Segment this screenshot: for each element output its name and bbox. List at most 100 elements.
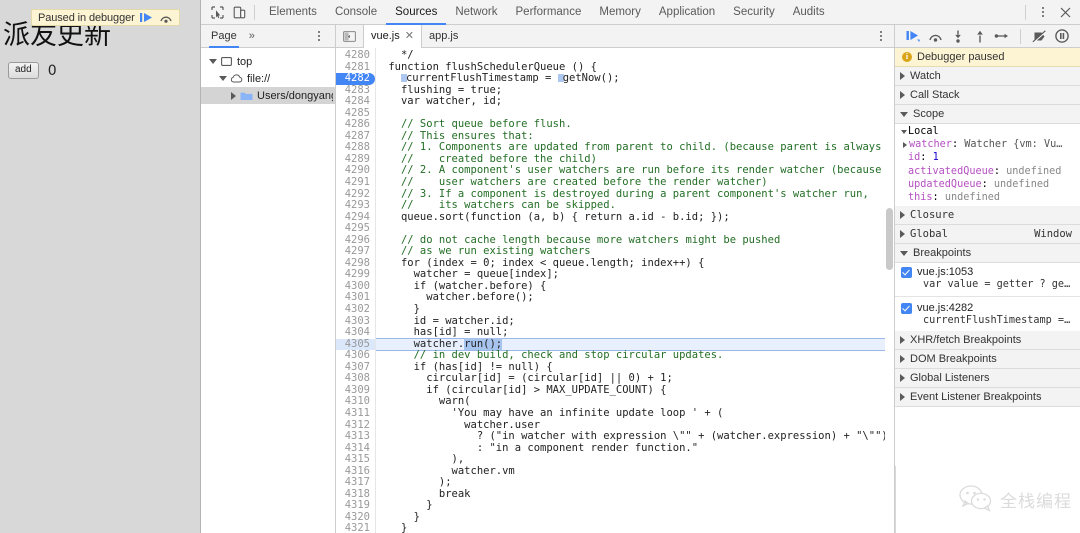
code-lines[interactable]: */ function flushSchedulerQueue () { cur… (376, 48, 894, 533)
section-scope[interactable]: Scope (895, 105, 1080, 124)
code-line[interactable]: */ (376, 49, 894, 62)
scope-entry-name: watcher (909, 139, 952, 151)
breakpoint-item[interactable]: vue.js:1053 var value = getter ? ge… (895, 264, 1080, 293)
close-icon[interactable]: ✕ (405, 25, 414, 48)
step-into-next-function-call-icon[interactable] (948, 27, 967, 46)
section-global-listeners[interactable]: Global Listeners (895, 369, 1080, 389)
tab-sources[interactable]: Sources (386, 0, 446, 25)
chevron-down-icon[interactable] (899, 129, 908, 134)
step-icon[interactable] (992, 27, 1011, 46)
code-line[interactable]: } (376, 523, 894, 533)
resume-script-execution-icon[interactable] (904, 27, 923, 46)
section-label: DOM Breakpoints (910, 353, 997, 366)
tab-application[interactable]: Application (650, 0, 724, 25)
page-viewport: Paused in debugger 派友史新 add 0 (0, 0, 201, 533)
pause-on-exceptions-icon[interactable] (1052, 27, 1071, 46)
line-number[interactable]: 4280 (336, 49, 375, 62)
scope-group-closure[interactable]: Closure (895, 206, 1080, 226)
line-number[interactable]: 4282 (336, 73, 375, 85)
tree-item-top[interactable]: top (201, 53, 335, 70)
line-number[interactable]: 4304 (336, 327, 375, 339)
section-xhr-fetch-breakpoints[interactable]: XHR/fetch Breakpoints (895, 331, 1080, 351)
section-event-listener-breakpoints[interactable]: Event Listener Breakpoints (895, 388, 1080, 408)
tree-item-file-scheme[interactable]: file:// (201, 70, 335, 87)
code-line[interactable]: queue.sort(function (a, b) { return a.id… (376, 211, 894, 224)
code-line[interactable]: var watcher, id; (376, 96, 894, 108)
tab-network[interactable]: Network (446, 0, 506, 25)
line-number[interactable]: 4321 (336, 523, 375, 533)
tab-security[interactable]: Security (724, 0, 784, 25)
line-number[interactable]: 4302 (336, 303, 375, 316)
code-line[interactable]: watcher.before(); (376, 292, 894, 304)
breakpoint-snippet: currentFlushTimestamp =… (923, 315, 1071, 327)
chevron-right-icon (900, 72, 905, 80)
line-number[interactable]: 4293 (336, 200, 375, 212)
chevron-right-icon[interactable] (227, 91, 239, 100)
editor-tabbar: vue.js ✕ app.js (336, 24, 894, 48)
chevron-right-icon (900, 230, 905, 239)
show-navigator-icon[interactable] (339, 28, 359, 45)
chevron-right-icon[interactable] (900, 141, 909, 148)
tab-elements[interactable]: Elements (260, 0, 326, 25)
line-number[interactable]: 4311 (336, 407, 375, 420)
code-line[interactable]: } (376, 303, 894, 316)
section-label: Event Listener Breakpoints (910, 391, 1042, 404)
page-controls: add 0 (8, 62, 57, 79)
device-toolbar-icon[interactable] (228, 2, 250, 23)
navigator-more-tabs[interactable]: » (249, 30, 255, 42)
section-call-stack[interactable]: Call Stack (895, 86, 1080, 105)
step-over-icon[interactable] (158, 10, 175, 25)
chevron-down-icon[interactable] (207, 59, 219, 64)
scrollbar-thumb[interactable] (886, 208, 893, 270)
scope-tree: Local watcher: Watcher {vm: Vu… id: 1 ac… (895, 124, 1080, 207)
tab-audits[interactable]: Audits (784, 0, 834, 25)
breakpoint-checkbox[interactable] (901, 302, 912, 314)
editor-tab-vue-js[interactable]: vue.js ✕ (363, 24, 422, 48)
editor-vertical-scrollbar[interactable] (885, 48, 894, 533)
tree-item-users-folder[interactable]: Users/dongyang/D (201, 87, 335, 104)
line-number[interactable]: 4284 (336, 96, 375, 108)
code-line[interactable]: ), (376, 454, 894, 466)
code-line[interactable]: // its watchers can be skipped. (376, 199, 894, 212)
section-breakpoints[interactable]: Breakpoints (895, 244, 1080, 264)
close-icon[interactable] (1054, 2, 1076, 23)
code-viewport[interactable]: 4280 4281 4282 4283 4284 4285 4286 4287 4288 4289… (336, 48, 894, 533)
step-out-of-current-function-icon[interactable] (970, 27, 989, 46)
line-number[interactable]: 4315 (336, 454, 375, 466)
scope-entry-watcher[interactable]: watcher: Watcher {vm: Vu… (895, 138, 1080, 151)
kebab-menu-icon[interactable] (1032, 2, 1054, 23)
code-line[interactable]: } (376, 500, 894, 512)
debugger-controls (895, 25, 1080, 48)
line-number[interactable]: 4313 (336, 430, 375, 443)
code-line[interactable]: currentFlushTimestamp = getNow(); (376, 73, 894, 85)
section-dom-breakpoints[interactable]: DOM Breakpoints (895, 350, 1080, 370)
inspect-element-icon[interactable] (206, 2, 228, 23)
kebab-menu-icon[interactable] (308, 26, 330, 47)
breakpoint-checkbox[interactable] (901, 266, 912, 278)
chevron-down-icon[interactable] (217, 76, 229, 81)
scope-group-global[interactable]: Global Window (895, 225, 1080, 245)
tab-console[interactable]: Console (326, 0, 386, 25)
add-button[interactable]: add (8, 62, 39, 79)
resume-script-icon[interactable] (138, 10, 155, 25)
code-line[interactable]: break (376, 488, 894, 501)
code-line[interactable]: 'You may have an infinite update loop ' … (376, 407, 894, 420)
kebab-menu-icon[interactable] (872, 26, 894, 47)
line-number-gutter[interactable]: 4280 4281 4282 4283 4284 4285 4286 4287 4288 4289… (336, 48, 376, 533)
code-line[interactable]: watcher.vm (376, 465, 894, 478)
code-line[interactable]: } (376, 511, 894, 524)
breakpoint-item[interactable]: vue.js:4282 currentFlushTimestamp =… (895, 300, 1080, 329)
debugger-status-label: Debugger paused (917, 51, 1005, 63)
scope-entry-value: undefined (944, 192, 1001, 204)
tab-memory[interactable]: Memory (590, 0, 650, 25)
deactivate-breakpoints-icon[interactable] (1030, 27, 1049, 46)
section-watch[interactable]: Watch (895, 67, 1080, 86)
tab-performance[interactable]: Performance (507, 0, 591, 25)
breakpoint-location: vue.js:4282 (917, 302, 974, 315)
code-line[interactable]: ? ("in watcher with expression \"" + (wa… (376, 430, 894, 443)
scope-local-group[interactable]: Local (895, 125, 1080, 138)
editor-tab-app-js[interactable]: app.js (422, 25, 465, 48)
step-over-next-function-call-icon[interactable] (926, 27, 945, 46)
navigator-tab-page[interactable]: Page (209, 25, 239, 48)
line-number[interactable]: 4291 (336, 176, 375, 189)
